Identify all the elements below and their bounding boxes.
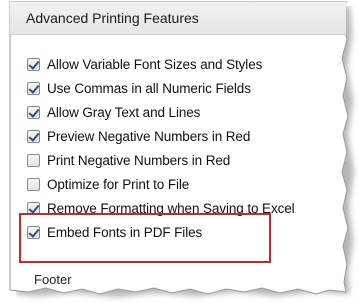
footer-section-label: Footer (34, 272, 72, 287)
option-label: Use Commas in all Numeric Fields (47, 80, 251, 96)
checkbox-use-commas[interactable] (27, 81, 40, 95)
option-label: Remove Formatting when Saving to Excel (47, 200, 295, 216)
option-label: Print Negative Numbers in Red (47, 152, 231, 168)
checkbox-remove-formatting-excel[interactable] (27, 201, 40, 215)
option-optimize-print-to-file[interactable]: Optimize for Print to File (27, 172, 295, 196)
option-label: Allow Variable Font Sizes and Styles (47, 56, 263, 72)
checkbox-allow-variable-font[interactable] (27, 57, 40, 71)
section-title: Advanced Printing Features (26, 10, 199, 26)
option-preview-negative-red[interactable]: Preview Negative Numbers in Red (27, 124, 295, 148)
section-header: Advanced Printing Features (10, 2, 346, 35)
screenshot-stage: Advanced Printing Features Allow Variabl… (0, 0, 358, 302)
option-allow-variable-font[interactable]: Allow Variable Font Sizes and Styles (27, 52, 295, 76)
checkbox-embed-fonts-pdf[interactable] (27, 225, 40, 239)
options-list: Allow Variable Font Sizes and Styles Use… (27, 52, 295, 244)
option-embed-fonts-pdf[interactable]: Embed Fonts in PDF Files (27, 220, 295, 244)
checkbox-preview-negative-red[interactable] (27, 129, 40, 143)
option-label: Embed Fonts in PDF Files (47, 224, 203, 240)
option-use-commas[interactable]: Use Commas in all Numeric Fields (27, 76, 295, 100)
checkbox-allow-gray-text[interactable] (27, 105, 40, 119)
option-label: Allow Gray Text and Lines (47, 104, 201, 120)
checkbox-optimize-print-to-file[interactable] (27, 177, 40, 191)
option-allow-gray-text[interactable]: Allow Gray Text and Lines (27, 100, 295, 124)
option-print-negative-red[interactable]: Print Negative Numbers in Red (27, 148, 295, 172)
option-label: Optimize for Print to File (47, 176, 190, 192)
option-label: Preview Negative Numbers in Red (47, 128, 251, 144)
checkbox-print-negative-red[interactable] (27, 153, 40, 167)
option-remove-formatting-excel[interactable]: Remove Formatting when Saving to Excel (27, 196, 295, 220)
